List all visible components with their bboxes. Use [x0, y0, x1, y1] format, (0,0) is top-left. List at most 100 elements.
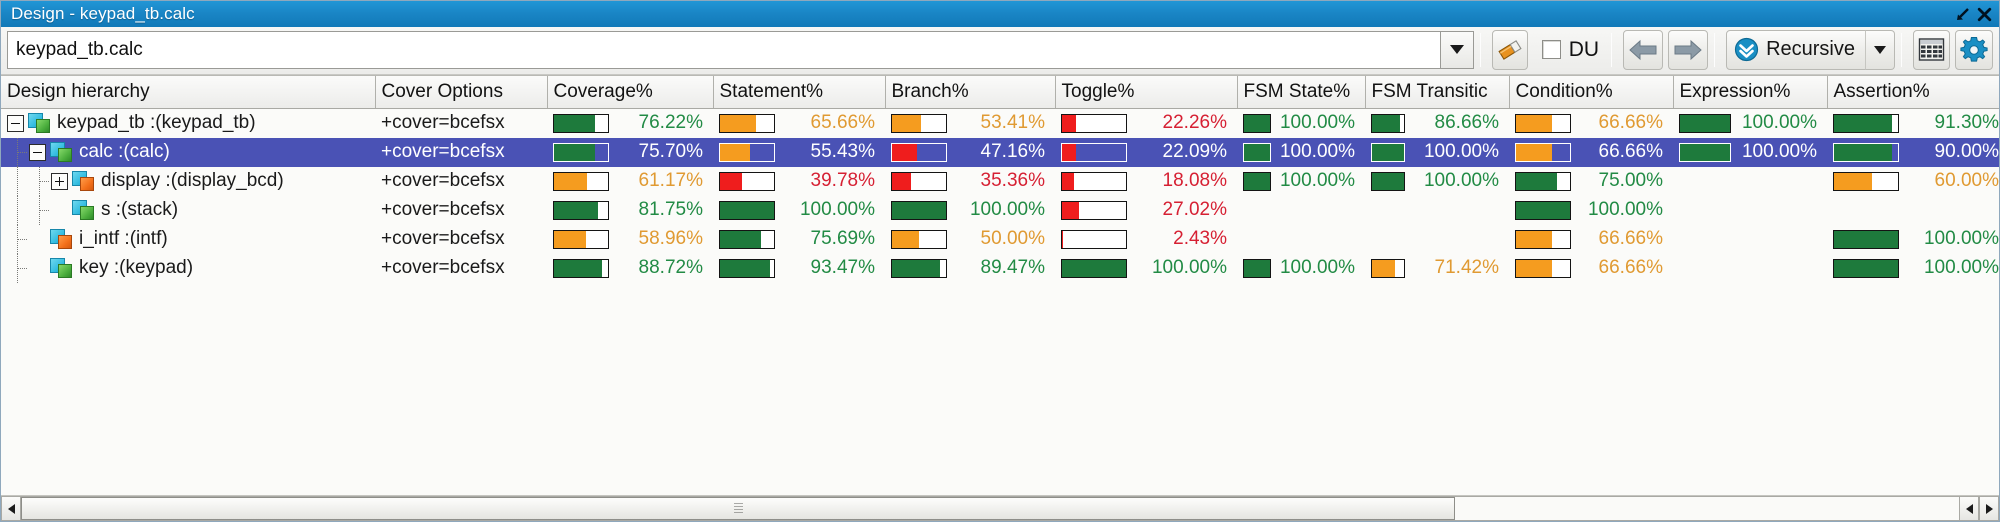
coverage-value: 18.08%	[1162, 170, 1227, 191]
settings-button[interactable]	[1955, 29, 1993, 70]
coverage-value: 76.22%	[638, 112, 703, 133]
coverage-value: 81.75%	[638, 199, 703, 220]
metric-cell-expression: 100.00%	[1673, 138, 1827, 167]
undock-arrow-icon[interactable]	[1951, 3, 1973, 25]
coverage-value: 27.02%	[1162, 199, 1227, 220]
recursive-button[interactable]: Recursive	[1726, 29, 1866, 70]
metric-cell-assertion: 100.00%	[1827, 225, 1999, 254]
metric-cell-expression	[1673, 167, 1827, 196]
hierarchy-label: key :(keypad)	[79, 257, 194, 278]
coverage-bar	[1515, 229, 1571, 249]
design-path-input[interactable]: keypad_tb.calc	[7, 30, 1440, 69]
column-header-4[interactable]: Branch%	[885, 76, 1056, 109]
metric-cell-fsm_trans	[1365, 225, 1509, 254]
table-row[interactable]: keypad_tb :(keypad_tb) +cover=bcefsx 76.22…	[1, 108, 1999, 138]
hierarchy-cell[interactable]: calc :(calc)	[1, 137, 375, 167]
table-view-button[interactable]	[1913, 29, 1950, 70]
tree-collapse-icon[interactable]	[7, 114, 24, 132]
coverage-value: 75.00%	[1598, 170, 1663, 191]
eraser-icon	[1498, 39, 1522, 60]
table-row[interactable]: i_intf :(intf) +cover=bcefsx 58.96% 75.69% 5…	[1, 224, 1999, 254]
du-checkbox-group[interactable]: DU	[1536, 30, 1605, 70]
column-header-6[interactable]: FSM State%	[1237, 76, 1366, 109]
scroll-right-button-1[interactable]	[1959, 496, 1979, 521]
toolbar-separator-2	[1611, 32, 1613, 67]
tree-expand-icon[interactable]	[51, 172, 68, 190]
metric-cell-toggle: 100.00%	[1055, 254, 1237, 283]
column-header-8[interactable]: Condition%	[1509, 76, 1674, 109]
du-checkbox[interactable]	[1541, 40, 1561, 59]
coverage-bar	[1061, 258, 1127, 278]
hierarchy-cell[interactable]: display :(display_bcd)	[1, 166, 375, 196]
column-header-0[interactable]: Design hierarchy	[1, 76, 376, 109]
scroll-right-button-2[interactable]	[1979, 496, 1999, 521]
arrow-right-icon	[1674, 39, 1702, 60]
metric-cell-statement: 55.43%	[713, 138, 885, 167]
close-icon[interactable]	[1973, 3, 1995, 25]
table-body: keypad_tb :(keypad_tb) +cover=bcefsx 76.22…	[1, 108, 1999, 283]
coverage-value: 89.47%	[980, 257, 1045, 278]
column-header-7[interactable]: FSM Transitic	[1365, 76, 1510, 109]
column-header-3[interactable]: Statement%	[713, 76, 886, 109]
metric-cell-condition: 66.66%	[1509, 225, 1673, 254]
navigate-forward-button[interactable]	[1668, 29, 1709, 70]
coverage-value: 22.09%	[1162, 141, 1227, 162]
scroll-left-button[interactable]	[1, 496, 21, 521]
column-header-5[interactable]: Toggle%	[1055, 76, 1238, 109]
tree-guide	[7, 137, 29, 167]
column-header-1[interactable]: Cover Options	[375, 76, 548, 109]
table-row[interactable]: calc :(calc) +cover=bcefsx 75.70% 55.43% 47.…	[1, 137, 1999, 167]
column-header-9[interactable]: Expression%	[1673, 76, 1828, 109]
coverage-value: 58.96%	[638, 228, 703, 249]
scrollbar-thumb[interactable]	[21, 497, 1456, 520]
recursive-dropdown-button[interactable]	[1865, 29, 1895, 70]
hierarchy-cell[interactable]: keypad_tb :(keypad_tb)	[1, 108, 375, 138]
navigate-back-button[interactable]	[1623, 29, 1664, 70]
metric-cell-assertion	[1827, 196, 1999, 225]
metric-cell-assertion: 91.30%	[1827, 108, 1999, 138]
column-header-2[interactable]: Coverage%	[547, 76, 714, 109]
metric-cell-condition: 66.66%	[1509, 108, 1673, 138]
metric-cell-branch: 50.00%	[885, 225, 1055, 254]
hierarchy-cell[interactable]: key :(keypad)	[1, 253, 375, 283]
metric-cell-condition: 66.66%	[1509, 254, 1673, 283]
coverage-table-container[interactable]: Design hierarchy Cover Options Coverage% St…	[1, 75, 1999, 495]
coverage-bar	[1061, 113, 1127, 133]
hierarchy-cell[interactable]: i_intf :(intf)	[1, 224, 375, 254]
coverage-bar	[891, 258, 947, 278]
metric-cell-statement: 100.00%	[713, 196, 885, 225]
coverage-value: 75.69%	[810, 228, 875, 249]
coverage-bar	[1061, 200, 1127, 220]
coverage-value: 50.00%	[980, 228, 1045, 249]
table-row[interactable]: s :(stack) +cover=bcefsx 81.75% 100.00% 100.…	[1, 195, 1999, 225]
coverage-value: 100.00%	[799, 199, 875, 220]
table-row[interactable]: display :(display_bcd) +cover=bcefsx 61.17…	[1, 166, 1999, 196]
horizontal-scrollbar[interactable]	[1, 495, 1999, 521]
metric-cell-condition: 75.00%	[1509, 167, 1673, 196]
column-header-10[interactable]: Assertion%	[1827, 76, 1999, 109]
coverage-bar	[1061, 171, 1127, 191]
hierarchy-cell[interactable]: s :(stack)	[1, 195, 375, 225]
metric-cell-branch: 53.41%	[885, 108, 1055, 138]
design-path-dropdown-button[interactable]	[1439, 30, 1474, 69]
tree-collapse-icon[interactable]	[29, 143, 46, 161]
metric-cell-condition: 66.66%	[1509, 138, 1673, 167]
eraser-button[interactable]	[1491, 29, 1528, 70]
coverage-bar	[891, 229, 947, 249]
coverage-value: 2.43%	[1173, 228, 1227, 249]
table-row[interactable]: key :(keypad) +cover=bcefsx 88.72% 93.47% 89…	[1, 253, 1999, 283]
recursive-label: Recursive	[1766, 38, 1855, 60]
coverage-table: Design hierarchy Cover Options Coverage% St…	[1, 76, 1999, 283]
empty-metric	[1679, 167, 1821, 196]
metric-cell-fsm_state: 100.00%	[1237, 167, 1365, 196]
module-icon	[50, 229, 72, 249]
metric-cell-toggle: 27.02%	[1055, 196, 1237, 225]
module-icon	[72, 200, 94, 220]
scrollbar-track[interactable]	[21, 496, 1959, 521]
coverage-value: 71.42%	[1434, 257, 1499, 278]
arrow-left-icon	[7, 503, 15, 514]
empty-metric	[1243, 225, 1359, 254]
metric-cell-coverage: 58.96%	[547, 225, 713, 254]
design-path-combo[interactable]: keypad_tb.calc	[7, 30, 1474, 69]
coverage-value: 100.00%	[1741, 141, 1817, 162]
